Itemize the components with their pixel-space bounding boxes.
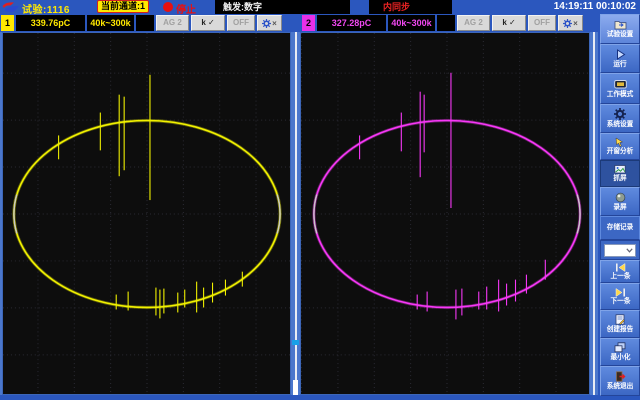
sidebar-item-screen-capture[interactable]: 抓屏 — [600, 160, 640, 187]
sidebar-item-work-mode[interactable]: 工作模式 — [600, 73, 640, 104]
gear-icon — [262, 19, 271, 28]
channel-2-gain-button[interactable]: AG 2 — [457, 15, 490, 31]
sidebar-item-exit[interactable]: 系统退出 — [600, 366, 640, 396]
splitter-thumb[interactable] — [293, 380, 298, 395]
sidebar-item-test-settings[interactable]: 试验设置 — [600, 14, 640, 44]
sidebar-item-next[interactable]: 下一条 — [600, 283, 640, 310]
close-icon: × — [573, 17, 578, 30]
channel-2-ellipse-display[interactable] — [300, 32, 590, 395]
plot-area — [0, 32, 600, 400]
title-bar: 试验:1116 当前通道:1 停止 触发:数字 内同步 14:19:11 00:… — [0, 0, 640, 14]
sidebar-item-window-analysis[interactable]: 开窗分析 — [600, 133, 640, 160]
splitter-handle[interactable] — [292, 340, 299, 345]
channel-2-spare-box — [437, 15, 455, 31]
right-splitter[interactable] — [590, 32, 598, 395]
sidebar-storage-records-label: 存储记录 — [600, 216, 640, 240]
sidebar-item-system-settings[interactable]: 系统设置 — [600, 104, 640, 133]
channel-1-reading: 339.76pC — [16, 15, 85, 31]
screenshot-icon — [614, 164, 626, 174]
splitter-line — [593, 32, 595, 395]
exit-icon — [615, 371, 626, 382]
channel-2-controls: 2 327.28pC 40k~300k AG 2 k ✓ OFF — [302, 15, 583, 31]
channel-1-marker[interactable]: 1 — [1, 15, 14, 31]
close-icon: × — [272, 17, 277, 30]
channel-2-off-button[interactable]: OFF — [528, 15, 556, 31]
sidebar-item-minimize[interactable]: 最小化 — [600, 338, 640, 366]
minimize-icon — [614, 342, 626, 353]
channel-1-ellipse-display[interactable] — [2, 32, 291, 395]
channel-2-marker[interactable]: 2 — [302, 15, 315, 31]
plot-splitter[interactable] — [291, 32, 300, 395]
gear-icon — [614, 108, 626, 120]
sync-mode-label: 内同步 — [369, 0, 452, 14]
trigger-mode-label: 触发:数字 — [215, 0, 350, 14]
stop-status-icon — [163, 2, 173, 12]
sidebar-item-create-report[interactable]: 创建报告 — [600, 310, 640, 338]
channel-2-k-button[interactable]: k ✓ — [492, 15, 526, 31]
sidebar: 试验设置 运行 工作模式 — [600, 14, 640, 400]
channel-1-off-button[interactable]: OFF — [227, 15, 255, 31]
chevron-down-icon — [626, 248, 633, 253]
channel-1-spare-box — [136, 15, 154, 31]
channel-1-bandwidth[interactable]: 40k~300k — [87, 15, 134, 31]
channel-1-gain-button[interactable]: AG 2 — [156, 15, 189, 31]
folder-icon — [614, 19, 627, 30]
report-icon — [615, 314, 625, 325]
sidebar-item-run[interactable]: 运行 — [600, 44, 640, 73]
channel-2-bandwidth[interactable]: 40k~300k — [388, 15, 435, 31]
channel-1-controls: 1 339.76pC 40k~300k AG 2 k ✓ OFF — [1, 15, 282, 31]
window-analysis-icon — [615, 137, 626, 147]
previous-icon — [615, 263, 626, 272]
channel-2-settings-button[interactable]: × — [558, 15, 583, 31]
monitor-icon — [614, 79, 627, 90]
sidebar-record-dropdown[interactable] — [600, 240, 640, 260]
sidebar-item-screen-record[interactable]: 录屏 — [600, 187, 640, 216]
time-of-day: 14:19:11 — [554, 1, 593, 12]
channel-2-reading: 327.28pC — [317, 15, 386, 31]
record-icon — [615, 192, 626, 203]
gear-icon — [563, 19, 572, 28]
current-channel-badge: 当前通道:1 — [97, 0, 149, 13]
channel-bar: 1 339.76pC 40k~300k AG 2 k ✓ OFF — [0, 14, 600, 32]
next-icon — [615, 288, 626, 297]
play-icon — [615, 49, 626, 60]
elapsed-time: 00:10:02 — [596, 1, 636, 12]
sidebar-item-previous[interactable]: 上一条 — [600, 260, 640, 283]
app-logo-icon — [2, 1, 20, 13]
clock: 14:19:11 00:10:02 — [554, 1, 636, 12]
channel-1-settings-button[interactable]: × — [257, 15, 282, 31]
channel-1-k-button[interactable]: k ✓ — [191, 15, 225, 31]
